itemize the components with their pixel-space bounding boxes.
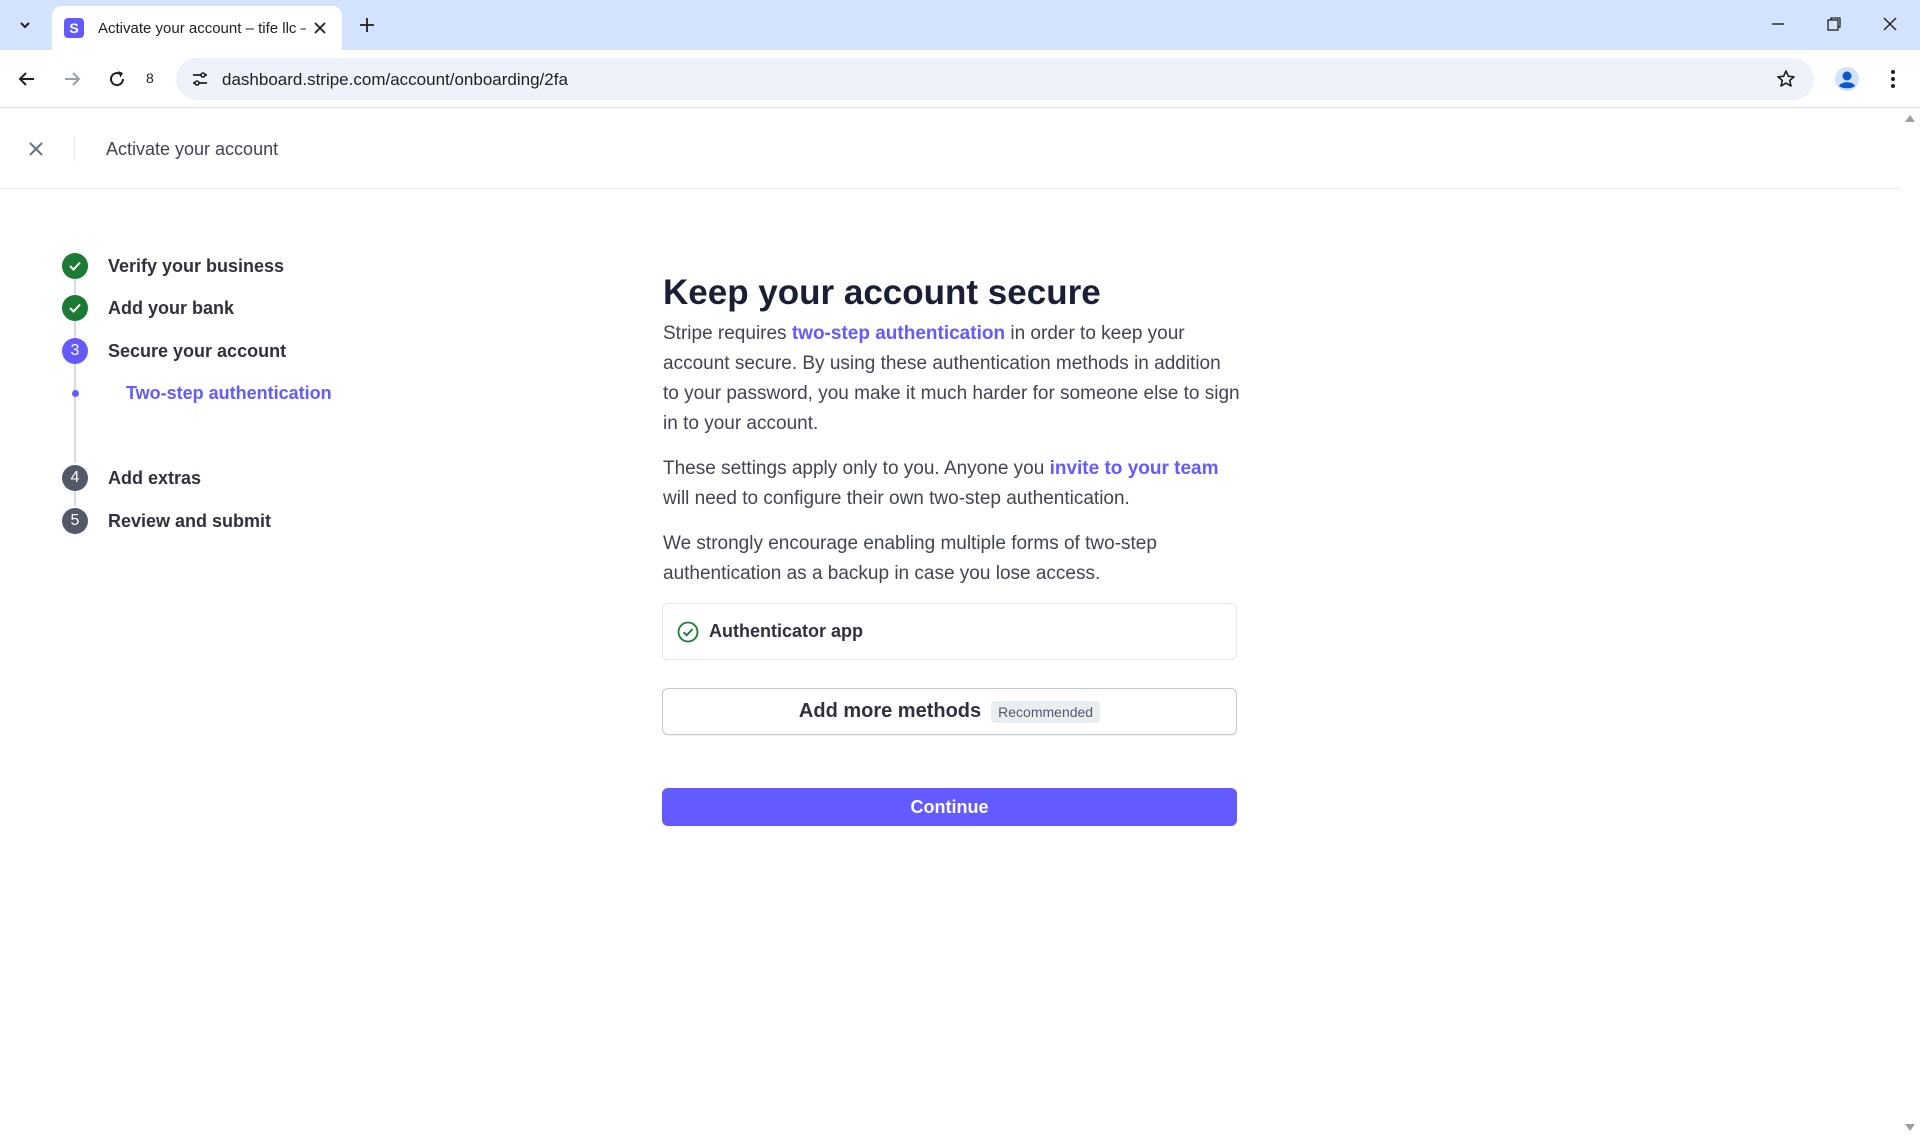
check-circle-icon	[62, 253, 88, 279]
new-tab-plus-icon[interactable]	[352, 10, 382, 40]
profile-avatar-icon[interactable]	[1830, 62, 1864, 96]
browser-menu-icon[interactable]	[1876, 62, 1910, 96]
address-bar[interactable]: dashboard.stripe.com/account/onboarding/…	[176, 58, 1814, 100]
method-label: Authenticator app	[709, 621, 864, 641]
step-label: Secure your account	[108, 340, 287, 361]
check-circle-outline-icon	[677, 621, 699, 643]
current-substep-dot-icon	[62, 380, 88, 406]
window-minimize-icon[interactable]	[1750, 0, 1806, 48]
header-divider	[74, 137, 75, 161]
browser-toolbar: 8 dashboard.stripe.com/account/onboardin…	[0, 50, 1920, 108]
scroll-up-arrow-icon[interactable]	[1905, 115, 1915, 122]
bookmark-star-icon[interactable]	[1772, 65, 1800, 93]
authenticator-app-method[interactable]: Authenticator app	[662, 603, 1237, 660]
add-more-methods-button[interactable]: Add more methods Recommended	[662, 688, 1237, 735]
tab-count: 8	[146, 70, 154, 86]
site-info-icon[interactable]	[184, 63, 216, 95]
continue-button[interactable]: Continue	[662, 788, 1237, 826]
reload-icon[interactable]	[100, 62, 134, 96]
backup-paragraph: We strongly encourage enabling multiple …	[663, 533, 1157, 584]
page-title: Activate your account	[106, 139, 279, 159]
recommended-badge: Recommended	[991, 700, 1101, 723]
main-content: Keep your account secure Stripe requires…	[663, 271, 1241, 589]
tab-title: Activate your account – tife llc –	[98, 19, 306, 37]
team-paragraph: These settings apply only to you. Anyone…	[663, 454, 1241, 514]
step-label: Add extras	[108, 467, 202, 488]
two-step-auth-link[interactable]: two-step authentication	[792, 323, 1005, 344]
page-scrollbar[interactable]	[1900, 109, 1920, 1140]
text: will need to configure their own two-ste…	[663, 488, 1130, 509]
intro-paragraph: Stripe requires two-step authentication …	[663, 319, 1241, 439]
page-viewport: Activate your account Verify your busine…	[0, 109, 1900, 1140]
step-connector	[74, 320, 76, 338]
url-text[interactable]: dashboard.stripe.com/account/onboarding/…	[222, 70, 568, 90]
add-methods-label: Add more methods	[798, 700, 982, 722]
step-number-badge: 4	[62, 465, 88, 491]
step-verify-business[interactable]: Verify your business	[62, 252, 284, 280]
step-label: Review and submit	[108, 510, 272, 531]
step-label: Verify your business	[108, 255, 285, 276]
stripe-favicon-icon: S	[64, 18, 84, 38]
onboarding-header: Activate your account	[0, 109, 1900, 189]
tab-close-icon[interactable]	[310, 18, 330, 38]
back-arrow-icon[interactable]	[10, 62, 44, 96]
window-restore-icon[interactable]	[1806, 0, 1862, 48]
step-review-submit[interactable]: 5 Review and submit	[62, 507, 271, 535]
step-number-badge: 5	[62, 508, 88, 534]
step-connector	[74, 490, 76, 506]
tab-search-chevron-icon[interactable]	[10, 10, 40, 40]
check-circle-icon	[62, 295, 88, 321]
substep-label: Two-step authentication	[126, 382, 332, 403]
scroll-down-arrow-icon[interactable]	[1905, 1124, 1915, 1131]
invite-team-link[interactable]: invite to your team	[1050, 458, 1219, 479]
step-number-badge: 3	[62, 338, 88, 364]
text: Stripe requires	[663, 323, 792, 344]
step-add-bank[interactable]: Add your bank	[62, 294, 234, 322]
section-heading: Keep your account secure	[663, 273, 1101, 312]
step-add-extras[interactable]: 4 Add extras	[62, 464, 201, 492]
text: These settings apply only to you. Anyone…	[663, 458, 1050, 479]
step-label: Add your bank	[108, 297, 235, 318]
browser-tab-strip: S Activate your account – tife llc –	[0, 0, 1920, 50]
close-icon[interactable]	[22, 135, 50, 163]
browser-tab-active[interactable]: S Activate your account – tife llc –	[52, 6, 342, 50]
forward-arrow-icon[interactable]	[55, 62, 89, 96]
substep-two-step-auth[interactable]: Two-step authentication	[62, 379, 332, 407]
step-secure-account[interactable]: 3 Secure your account	[62, 337, 286, 365]
window-close-icon[interactable]	[1862, 0, 1918, 48]
step-connector	[74, 363, 76, 463]
